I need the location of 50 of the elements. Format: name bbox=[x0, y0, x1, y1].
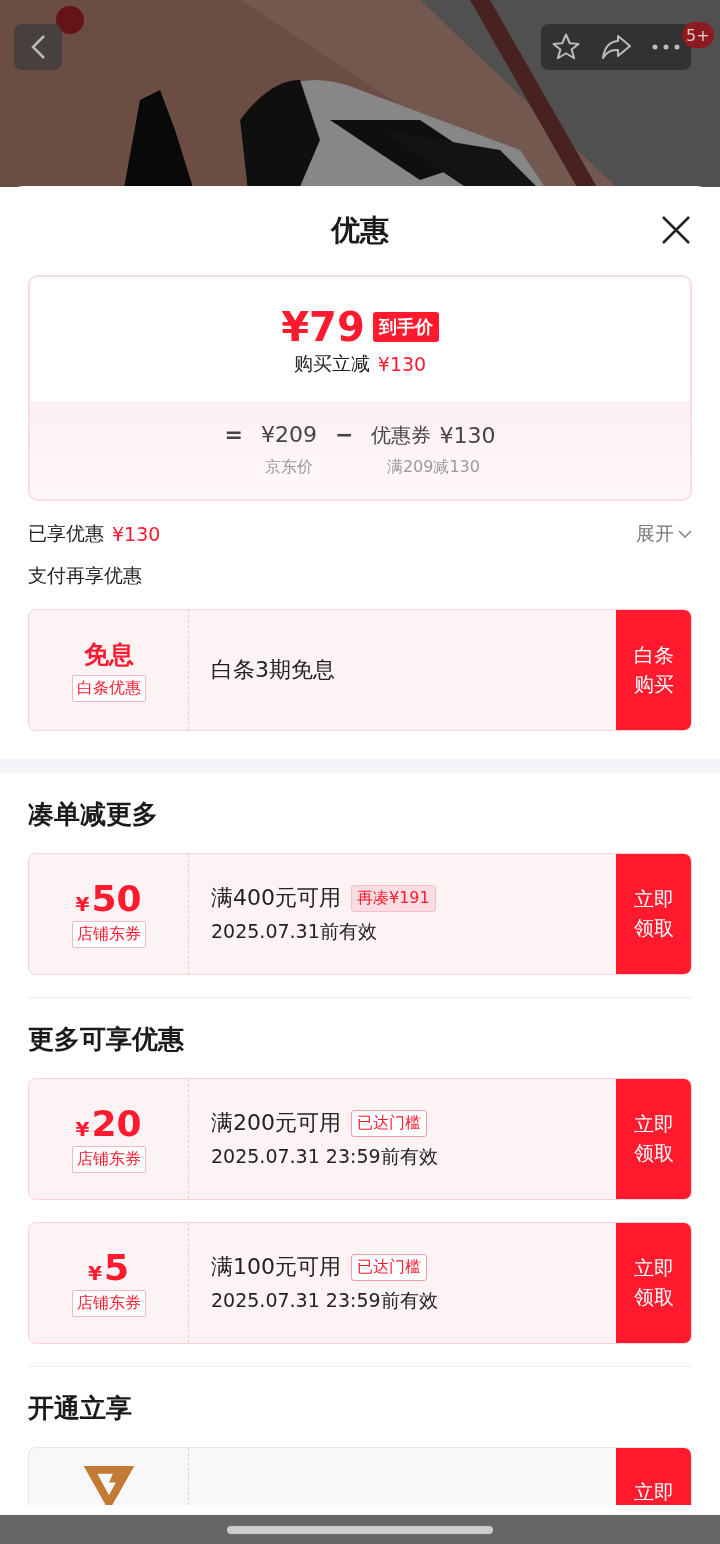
coupon-amount: ¥5 bbox=[88, 1249, 129, 1286]
saving-label: 购买立减 bbox=[293, 351, 370, 376]
back-button[interactable] bbox=[14, 24, 62, 70]
share-icon[interactable] bbox=[600, 33, 632, 61]
coupon-tag: 店铺东券 bbox=[71, 1289, 146, 1317]
final-price: ¥79 bbox=[281, 307, 365, 347]
star-icon[interactable] bbox=[551, 32, 581, 62]
saving-amount: ¥130 bbox=[377, 353, 427, 375]
base-price-caption: 京东价 bbox=[265, 457, 313, 478]
back-icon bbox=[30, 34, 46, 60]
coupon-tag: 店铺东券 bbox=[71, 1145, 146, 1173]
enjoyed-label: 已享优惠 bbox=[28, 521, 104, 546]
expand-toggle[interactable]: 展开 bbox=[636, 521, 692, 547]
coupon-condition: 满100元可用 bbox=[211, 1253, 341, 1281]
section-title: 更多可享优惠 bbox=[28, 1022, 185, 1056]
base-price: ¥209 bbox=[261, 422, 317, 449]
sheet-title: 优惠 bbox=[331, 211, 389, 249]
claim-button[interactable]: 立即领取 bbox=[616, 1079, 691, 1199]
coupon-condition: 满400元可用 bbox=[211, 884, 341, 912]
coupon-validity: 2025.07.31 23:59前有效 bbox=[211, 1288, 439, 1313]
claim-button[interactable]: 立即 bbox=[616, 1448, 691, 1505]
coupon-hint: 再凑¥191 bbox=[351, 884, 436, 912]
chevron-icon bbox=[678, 529, 692, 539]
coupon-caption: 满209减130 bbox=[386, 457, 480, 478]
coupon-hint: 已达门槛 bbox=[351, 1253, 427, 1281]
coupon-value: ¥130 bbox=[439, 423, 496, 448]
coupon-label: 优惠券 bbox=[371, 422, 432, 449]
coupon-validity: 2025.07.31前有效 bbox=[211, 919, 378, 944]
coupon-condition: 满200元可用 bbox=[211, 1109, 341, 1137]
minus-sign: − bbox=[335, 422, 354, 449]
claim-button[interactable]: 白条购买 bbox=[616, 610, 691, 730]
coupon-tag: 店铺东券 bbox=[71, 920, 146, 948]
claim-button[interactable]: 立即领取 bbox=[616, 1223, 691, 1343]
coupon-hint: 已达门槛 bbox=[351, 1109, 427, 1137]
offer-title: 免息 bbox=[83, 639, 134, 671]
enjoyed-amount: ¥130 bbox=[112, 523, 161, 545]
section-title: 开通立享 bbox=[28, 1391, 133, 1425]
equals-sign: = bbox=[224, 422, 243, 449]
more-icon[interactable] bbox=[652, 44, 680, 50]
offer-tag: 白条优惠 bbox=[71, 675, 146, 702]
pay-offer-title: 支付再享优惠 bbox=[28, 563, 143, 588]
section-title: 凑单减更多 bbox=[28, 797, 159, 831]
v-logo-icon bbox=[82, 1466, 135, 1505]
coupon-amount: ¥50 bbox=[75, 880, 142, 917]
coupon-condition: 白条3期免息 bbox=[211, 656, 335, 684]
claim-button[interactable]: 立即领取 bbox=[616, 854, 691, 974]
coupon-amount: ¥20 bbox=[75, 1105, 142, 1142]
close-button[interactable] bbox=[660, 214, 692, 246]
final-price-tag: 到手价 bbox=[372, 312, 439, 342]
coupon-validity: 2025.07.31 23:59前有效 bbox=[211, 1144, 439, 1169]
